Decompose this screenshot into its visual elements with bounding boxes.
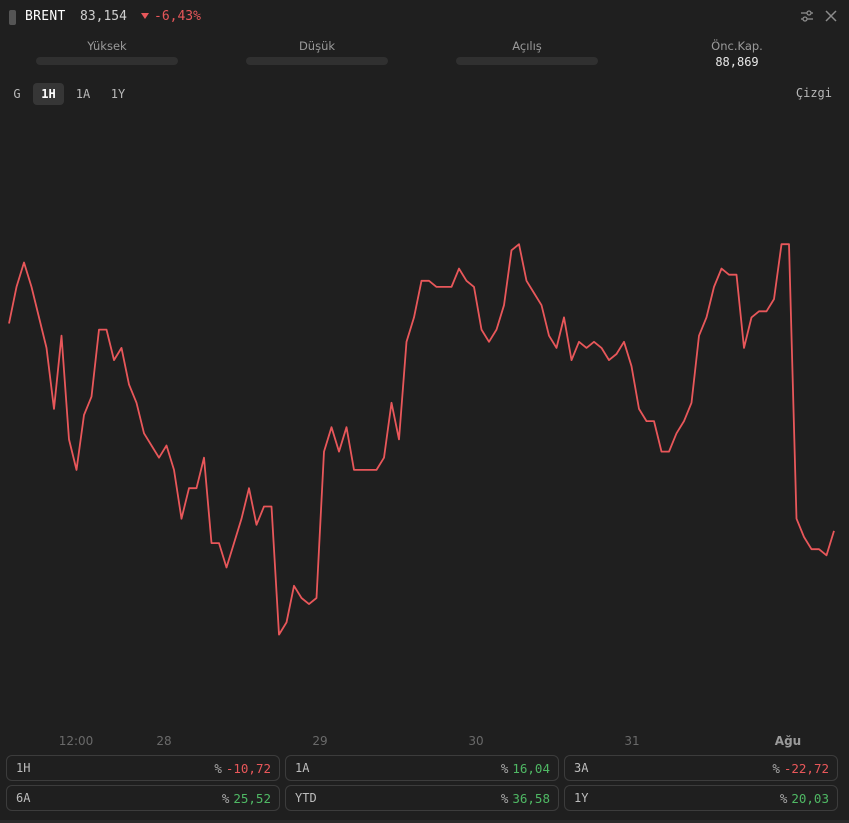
perf-cell-6a[interactable]: 6A % 25,52 xyxy=(6,785,280,811)
perf-number: -10,72 xyxy=(225,761,271,776)
tab-1-year[interactable]: 1Y xyxy=(103,83,133,105)
perf-number: 16,04 xyxy=(512,761,550,776)
percent-sign: % xyxy=(779,791,788,806)
stat-high: Yüksek xyxy=(32,38,182,65)
quote-stats: Yüksek Düşük Açılış Önc.Kap. 88,869 xyxy=(0,38,849,74)
symbol-name: BRENT xyxy=(25,9,66,24)
stat-label: Düşük xyxy=(298,39,336,53)
perf-value: % 16,04 xyxy=(501,761,550,776)
percent-sign: % xyxy=(772,761,780,776)
x-tick-label: 30 xyxy=(468,734,483,748)
x-tick-label: 29 xyxy=(312,734,327,748)
perf-number: -22,72 xyxy=(783,761,829,776)
perf-label: YTD xyxy=(295,791,317,805)
stat-label: Önc.Kap. xyxy=(711,39,763,53)
perf-value: % 36,58 xyxy=(501,791,550,806)
sliders-icon[interactable] xyxy=(799,8,815,24)
percent-sign: % xyxy=(214,761,222,776)
perf-cell-1a[interactable]: 1A % 16,04 xyxy=(285,755,559,781)
stat-value: 88,869 xyxy=(715,55,759,69)
stat-label: Yüksek xyxy=(87,39,127,53)
perf-number: 25,52 xyxy=(233,791,271,806)
perf-value: % -22,72 xyxy=(772,761,829,776)
percent-sign: % xyxy=(221,791,230,806)
stat-label: Açılış xyxy=(512,39,542,53)
x-tick-label: 31 xyxy=(624,734,639,748)
perf-label: 6A xyxy=(16,791,31,805)
price-change-value: -6,43% xyxy=(154,9,201,24)
close-icon[interactable] xyxy=(823,8,839,24)
stat-value-placeholder xyxy=(246,57,388,65)
perf-value: % -10,72 xyxy=(214,761,271,776)
percent-sign: % xyxy=(500,791,509,806)
perf-label: 1Y xyxy=(574,791,589,805)
x-tick-label: 28 xyxy=(156,734,171,748)
chart-type-toggle[interactable]: Çizgi xyxy=(796,86,832,100)
quote-header: BRENT 83,154 -6,43% xyxy=(0,0,849,34)
price-chart: 12:00 28 29 30 31 Ağu xyxy=(8,243,835,748)
perf-label: 3A xyxy=(574,761,589,775)
perf-cell-ytd[interactable]: YTD % 36,58 xyxy=(285,785,559,811)
perf-label: 1A xyxy=(295,761,310,775)
perf-number: 36,58 xyxy=(512,791,550,806)
perf-cell-3a[interactable]: 3A % -22,72 xyxy=(564,755,838,781)
last-price: 83,154 xyxy=(80,9,127,24)
drag-handle[interactable] xyxy=(9,10,16,25)
stat-value-placeholder xyxy=(36,57,178,65)
stat-value-placeholder xyxy=(456,57,598,65)
x-tick-label: 12:00 xyxy=(59,734,94,748)
percent-sign: % xyxy=(500,761,509,776)
perf-cell-1h[interactable]: 1H % -10,72 xyxy=(6,755,280,781)
stat-prev-close: Önc.Kap. 88,869 xyxy=(662,38,812,70)
tab-day[interactable]: G xyxy=(6,83,28,105)
perf-label: 1H xyxy=(16,761,31,775)
stat-low: Düşük xyxy=(242,38,392,65)
down-arrow-icon xyxy=(141,13,149,19)
perf-cell-1y[interactable]: 1Y % 20,03 xyxy=(564,785,838,811)
perf-value: % 25,52 xyxy=(222,791,271,806)
tab-1-week[interactable]: 1H xyxy=(33,83,64,105)
perf-value: % 20,03 xyxy=(780,791,829,806)
perf-number: 20,03 xyxy=(791,791,829,806)
stat-open: Açılış xyxy=(452,38,602,65)
tab-1-month[interactable]: 1A xyxy=(69,83,97,105)
price-line xyxy=(8,243,835,636)
x-tick-label: Ağu xyxy=(775,734,801,748)
price-change: -6,43% xyxy=(141,9,201,24)
performance-grid: 1H % -10,72 1A % 16,04 3A % -22,72 6A % 25,5… xyxy=(0,754,849,814)
